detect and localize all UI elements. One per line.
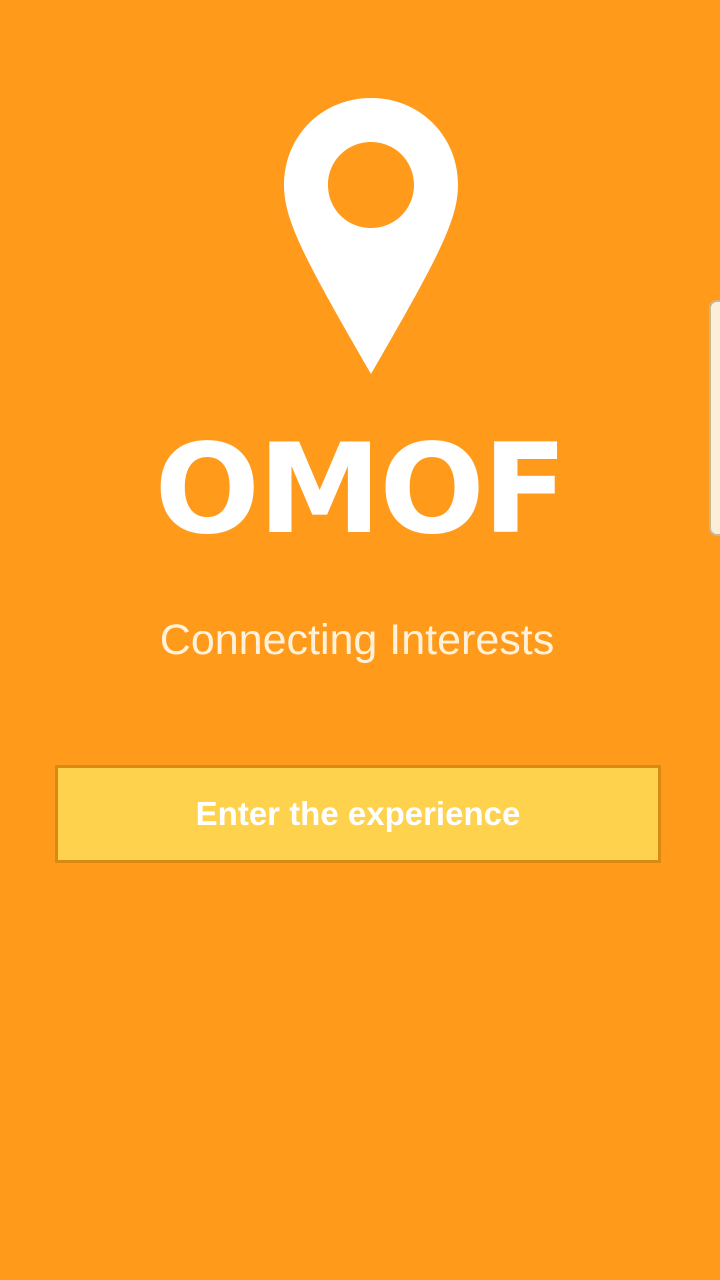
- edge-panel-handle[interactable]: [709, 300, 720, 536]
- welcome-screen: OMOF Connecting Interests Enter the expe…: [0, 0, 720, 1280]
- enter-experience-button[interactable]: Enter the experience: [55, 765, 661, 863]
- location-pin-icon: [284, 98, 458, 374]
- app-title: OMOF: [154, 418, 568, 562]
- tagline: Connecting Interests: [159, 616, 555, 664]
